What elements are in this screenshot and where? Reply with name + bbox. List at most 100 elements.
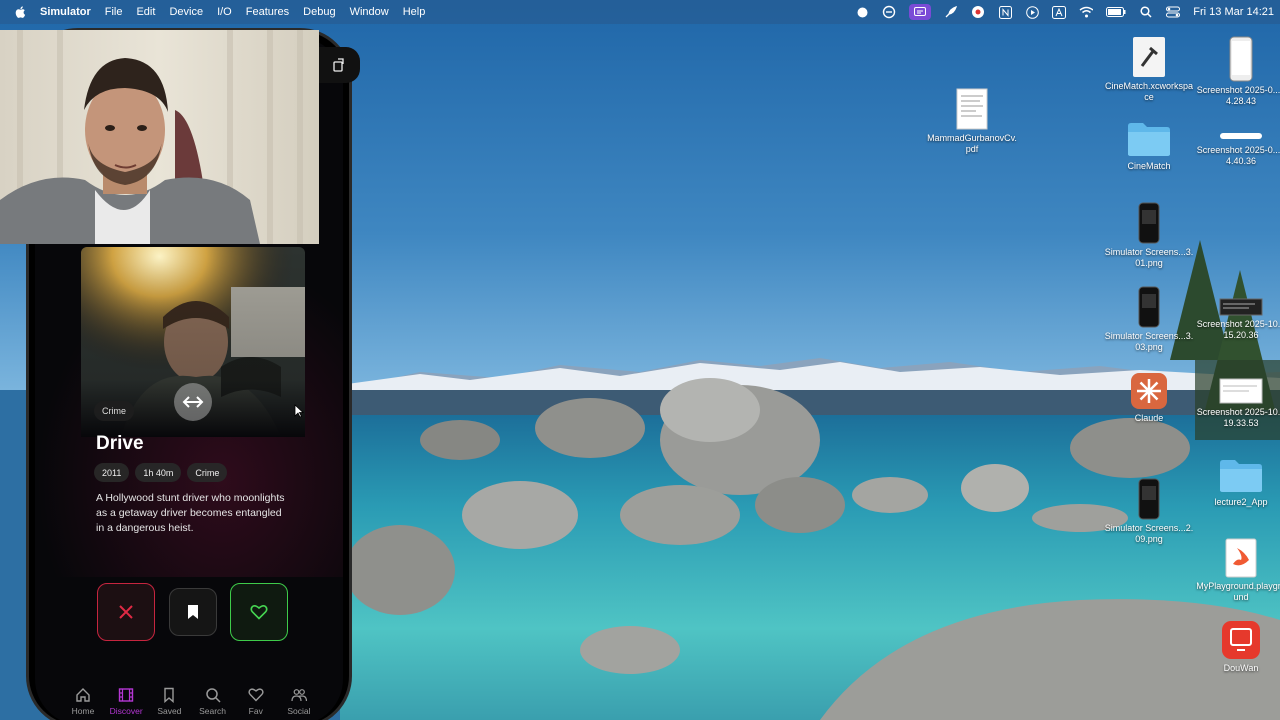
magnifier-icon xyxy=(205,688,221,703)
webcam-overlay xyxy=(0,30,319,244)
menu-app-name[interactable]: Simulator xyxy=(40,6,91,18)
genre-chip: Crime xyxy=(187,463,228,482)
claude-app-icon xyxy=(1131,373,1167,409)
douwan-app-icon xyxy=(1222,621,1260,659)
heart-icon xyxy=(250,604,268,620)
menu-file[interactable]: File xyxy=(105,6,123,18)
menu-bar: Simulator File Edit Device I/O Features … xyxy=(0,0,1280,24)
phone-screenshot-icon xyxy=(1138,286,1160,328)
desktop-icon-sim-screenshot-2[interactable]: Simulator Screens...3.03.png xyxy=(1104,286,1194,353)
screenshot-thumb-icon xyxy=(1219,298,1263,316)
desktop-icon-label: MammadGurbanovCv.pdf xyxy=(927,133,1017,154)
menu-window[interactable]: Window xyxy=(350,6,389,18)
bookmark-icon xyxy=(188,605,198,619)
reject-button[interactable] xyxy=(97,583,155,641)
swift-playground-icon xyxy=(1225,538,1257,578)
desktop-icon-cv-pdf[interactable]: MammadGurbanovCv.pdf xyxy=(927,88,1017,155)
desktop-icon-sim-screenshot-1[interactable]: Simulator Screens...3.01.png xyxy=(1104,202,1194,269)
desktop-icon-lecture2-folder[interactable]: lecture2_App xyxy=(1196,458,1280,508)
feather-icon[interactable] xyxy=(944,5,958,19)
rotate-device-button[interactable] xyxy=(318,47,360,83)
desktop-icon-label: Simulator Screens...3.01.png xyxy=(1104,247,1194,268)
menu-io[interactable]: I/O xyxy=(217,6,232,18)
pdf-document-icon xyxy=(956,88,988,130)
tab-label: Fav xyxy=(248,706,263,716)
spotlight-icon[interactable] xyxy=(1139,5,1153,19)
desktop-icon-label: Screenshot 2025-10...19.33.53 xyxy=(1196,407,1280,428)
menu-debug[interactable]: Debug xyxy=(303,6,335,18)
swipe-hint-button[interactable] xyxy=(174,383,212,421)
desktop-icon-label: Screenshot 2025-0...14.40.36 xyxy=(1196,145,1280,166)
play-icon[interactable] xyxy=(1025,5,1039,19)
tab-label: Search xyxy=(199,706,227,716)
desktop-icon-label: lecture2_App xyxy=(1214,497,1268,507)
duration-chip: 1h 40m xyxy=(135,463,182,482)
input-source-icon[interactable] xyxy=(1052,5,1067,19)
tab-social[interactable]: Social xyxy=(279,687,319,720)
desktop-icon-label: Simulator Screens...3.03.png xyxy=(1104,331,1194,352)
battery-icon[interactable] xyxy=(1106,5,1126,19)
folder-icon xyxy=(1128,123,1170,156)
tab-label: Social xyxy=(287,706,311,716)
desktop-icon-screenshot-1[interactable]: Screenshot 2025-0...14.28.43 xyxy=(1196,36,1280,107)
desktop-icon-screenshot-2[interactable]: Screenshot 2025-0...14.40.36 xyxy=(1196,130,1280,167)
desktop-icon-label: Claude xyxy=(1134,413,1164,423)
tab-search[interactable]: Search xyxy=(193,687,233,720)
genre-badge: Crime xyxy=(94,401,134,421)
desktop-icon-label: DouWan xyxy=(1223,663,1259,673)
wifi-icon[interactable] xyxy=(1079,5,1094,19)
chrome-icon[interactable] xyxy=(971,5,985,19)
phone-screenshot-icon xyxy=(1229,36,1253,82)
desktop-icon-myplayground[interactable]: MyPlayground.playground xyxy=(1196,538,1280,603)
desktop-icon-label: CineMatch xyxy=(1127,161,1171,171)
desktop-icon-label: Screenshot 2025-0...14.28.43 xyxy=(1196,85,1280,106)
like-button[interactable] xyxy=(230,583,288,641)
desktop-icon-label: Screenshot 2025-10...15.20.36 xyxy=(1196,319,1280,340)
save-button[interactable] xyxy=(169,588,217,636)
menu-device[interactable]: Device xyxy=(169,6,203,18)
desktop-icon-screenshot-3[interactable]: Screenshot 2025-10...15.20.36 xyxy=(1196,298,1280,341)
record-icon[interactable] xyxy=(855,5,869,19)
heart-icon xyxy=(248,688,264,702)
desktop-icon-claude[interactable]: Claude xyxy=(1104,372,1194,424)
movie-title: Drive xyxy=(96,433,144,454)
display-mirror-icon[interactable] xyxy=(909,4,932,20)
close-icon xyxy=(119,605,133,619)
movie-meta-chips: 2011 1h 40m Crime xyxy=(94,463,228,482)
screenshot-thumb-icon xyxy=(1219,378,1263,404)
menubar-clock[interactable]: Fri 13 Mar 14:21 xyxy=(1193,6,1274,18)
house-icon xyxy=(76,688,90,702)
screen-share-icon[interactable] xyxy=(882,5,896,19)
menu-features[interactable]: Features xyxy=(246,6,289,18)
status-area: Fri 13 Mar 14:21 xyxy=(855,0,1280,24)
desktop-icon-label: CineMatch.xcworkspace xyxy=(1104,81,1194,102)
bottom-tab-bar: Home Discover Saved Search Fav Social xyxy=(63,687,319,720)
year-chip: 2011 xyxy=(94,463,130,482)
folder-icon xyxy=(1220,460,1262,492)
rotate-icon xyxy=(333,58,344,72)
tab-discover[interactable]: Discover xyxy=(106,687,146,720)
tab-fav[interactable]: Fav xyxy=(236,687,276,720)
people-icon xyxy=(291,689,307,702)
desktop-icon-cinematch-workspace[interactable]: CineMatch.xcworkspace xyxy=(1104,36,1194,103)
desktop-icon-sim-screenshot-3[interactable]: Simulator Screens...2.09.png xyxy=(1104,478,1194,545)
mouse-pointer-icon xyxy=(294,404,304,418)
tab-label: Home xyxy=(71,706,95,716)
xcode-workspace-icon xyxy=(1133,37,1165,77)
desktop-icon-screenshot-4[interactable]: Screenshot 2025-10...19.33.53 xyxy=(1196,378,1280,429)
tab-saved[interactable]: Saved xyxy=(149,687,189,720)
tab-label: Discover xyxy=(109,706,143,716)
desktop-icon-douwan[interactable]: DouWan xyxy=(1196,620,1280,674)
tab-home[interactable]: Home xyxy=(63,687,103,720)
left-right-arrow-icon xyxy=(182,396,204,408)
menu-help[interactable]: Help xyxy=(403,6,426,18)
film-icon xyxy=(118,688,134,702)
bookmark-icon xyxy=(164,687,175,703)
desktop-icon-label: MyPlayground.playground xyxy=(1196,581,1280,602)
phone-screenshot-icon xyxy=(1138,478,1160,520)
apple-menu-icon[interactable] xyxy=(14,5,28,19)
menu-edit[interactable]: Edit xyxy=(136,6,155,18)
n-app-icon[interactable] xyxy=(998,5,1012,19)
desktop-icon-cinematch-folder[interactable]: CineMatch xyxy=(1104,120,1194,172)
control-center-icon[interactable] xyxy=(1166,5,1181,19)
